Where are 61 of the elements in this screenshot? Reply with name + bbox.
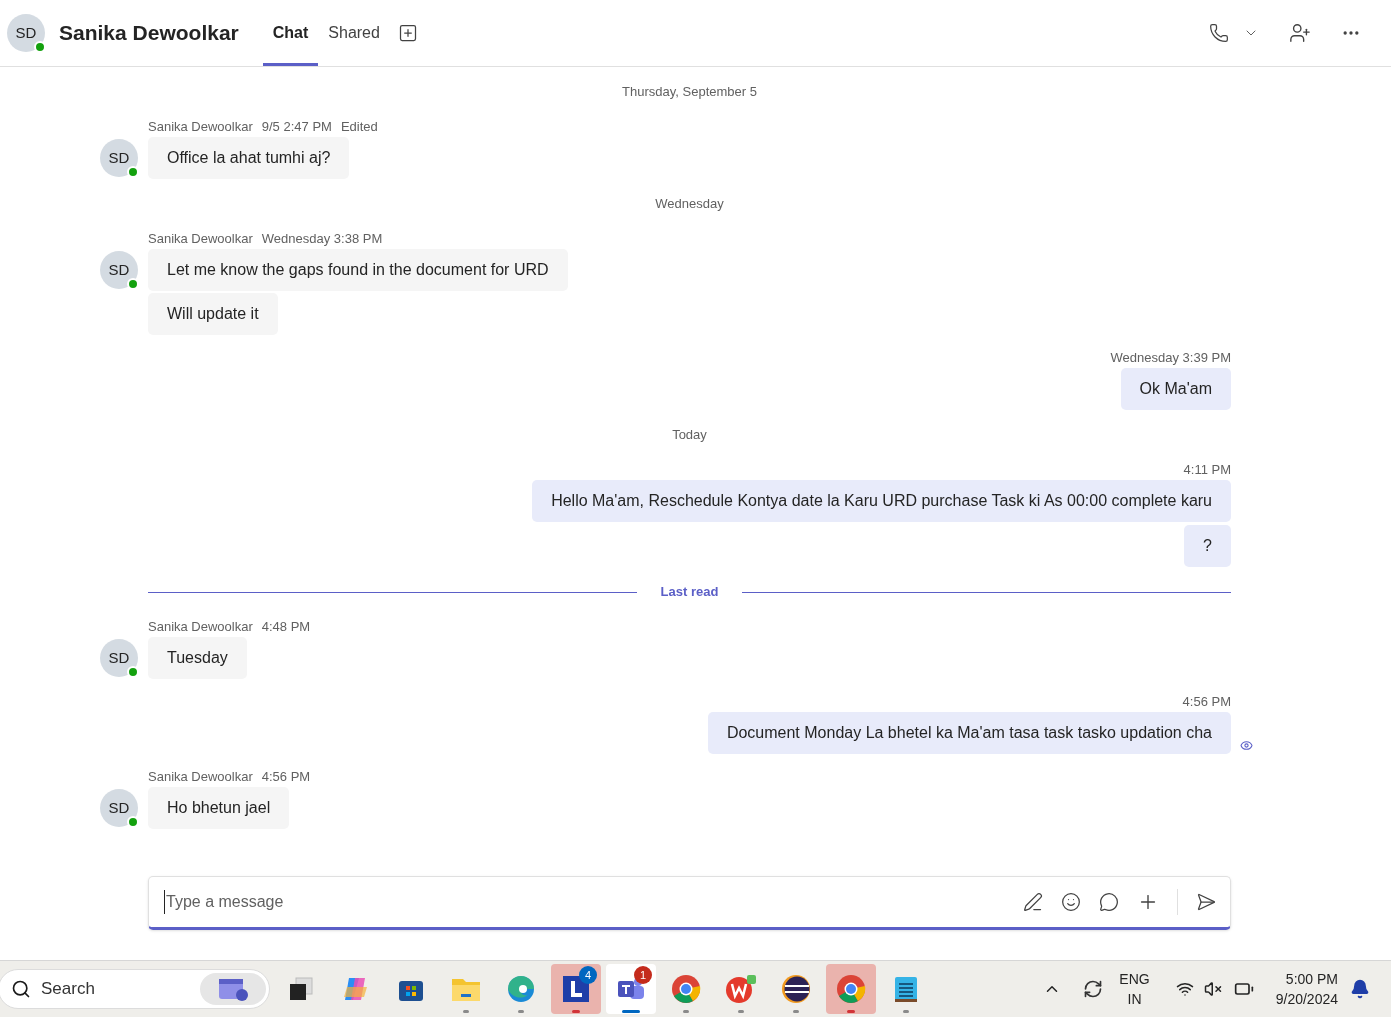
sync-icon[interactable]: [1083, 979, 1104, 999]
message-bubble: Document Monday La bhetel ka Ma'am tasa task tasko updation cha: [707, 712, 1231, 754]
sender-name: Sanika Dewoolkar: [148, 618, 253, 633]
taskbar-app[interactable]: 4: [551, 964, 601, 1014]
avatar: SD: [100, 251, 138, 289]
message-bubble: Ho bhetun jael: [148, 787, 290, 829]
sender-name: Sanika Dewoolkar: [148, 118, 253, 133]
message-time: 4:11 PM: [1183, 461, 1231, 476]
last-read-label: Last read: [660, 583, 719, 602]
edited-label: Edited: [340, 118, 378, 133]
notification-badge: 1: [634, 966, 652, 984]
language-indicator[interactable]: ENG IN: [1119, 969, 1150, 1009]
message-bubble: Ok Ma'am: [1120, 368, 1231, 410]
message-composer[interactable]: Type a message: [148, 876, 1231, 930]
search-icon: [11, 979, 31, 999]
clock[interactable]: 5:00 PM 9/20/2024: [1275, 969, 1338, 1009]
notification-badge: 4: [579, 966, 597, 984]
message-time: Wednesday 3:39 PM: [1110, 349, 1231, 364]
browser-icon: [836, 974, 866, 1004]
message-bubble: Will update it: [148, 293, 278, 335]
browser-icon: [671, 974, 701, 1004]
muted-speaker-icon[interactable]: [1203, 980, 1222, 998]
message-time: 4:56 PM: [261, 768, 311, 783]
notepad-icon: [893, 974, 919, 1004]
sender-name: Sanika Dewoolkar: [148, 768, 253, 783]
avatar: SD: [100, 139, 138, 177]
message-time: 9/5 2:47 PM: [261, 118, 332, 133]
taskbar-search[interactable]: Search: [0, 969, 270, 1009]
date-separator: Today: [672, 426, 707, 445]
send-icon[interactable]: [1196, 892, 1216, 912]
tab[interactable]: Chat: [262, 0, 319, 66]
avatar: SD: [100, 639, 138, 677]
ide-icon: [781, 974, 811, 1004]
add-tab-icon[interactable]: [397, 23, 418, 43]
message-bubble: Let me know the gaps found in the document for URD: [148, 249, 568, 291]
date-separator: Thursday, September 5: [622, 83, 757, 102]
message-time: 4:48 PM: [261, 618, 311, 633]
message-input[interactable]: Type a message: [164, 890, 1023, 914]
call-icon[interactable]: [1209, 23, 1229, 43]
search-input[interactable]: Search: [41, 976, 181, 1002]
notification-bell-icon[interactable]: [1350, 979, 1370, 999]
taskbar-app[interactable]: 1: [606, 964, 656, 1014]
add-people-icon[interactable]: [1289, 22, 1311, 44]
message-bubble: Hello Ma'am, Reschedule Kontya date la Karu URD purchase Task ki As 00:00 complete karu: [532, 480, 1231, 522]
browser-icon: [506, 974, 536, 1004]
date-separator: Wednesday: [655, 195, 724, 214]
sender-name: Sanika Dewoolkar: [148, 230, 253, 245]
avatar: SD: [7, 14, 45, 52]
avatar: SD: [100, 789, 138, 827]
message-time: 4:56 PM: [1182, 693, 1231, 708]
contact-name: Sanika Dewoolkar: [59, 20, 239, 47]
message-bubble: Tuesday: [148, 637, 247, 679]
tab[interactable]: Shared: [318, 0, 390, 66]
task-view-icon: [287, 975, 315, 1003]
emoji-icon[interactable]: [1061, 892, 1081, 912]
wifi-icon[interactable]: [1175, 980, 1194, 998]
calendar-widget-icon: [200, 973, 266, 1005]
message-bubble: Office la ahat tumhi aj?: [148, 137, 350, 179]
office-app-icon: [725, 974, 757, 1004]
message-bubble: ?: [1184, 525, 1231, 567]
message-time: Wednesday 3:38 PM: [261, 230, 383, 245]
